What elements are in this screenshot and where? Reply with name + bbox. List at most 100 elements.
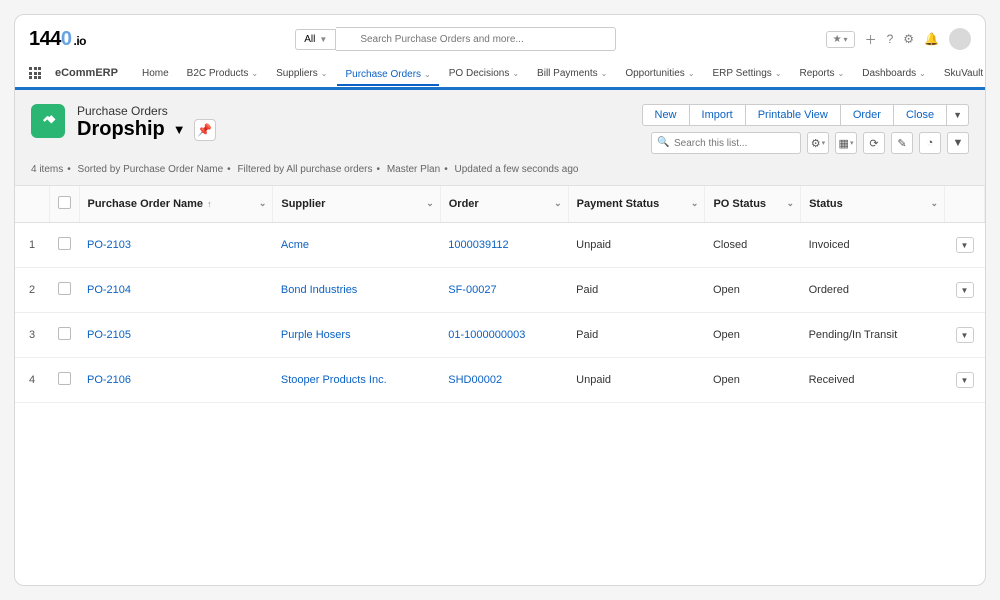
import-button[interactable]: Import <box>690 104 746 126</box>
cell-po-name[interactable]: PO-2104 <box>79 268 273 313</box>
object-icon <box>31 104 65 138</box>
nav-po-decisions[interactable]: PO Decisions⌄ <box>441 62 527 85</box>
cell-po-status: Closed <box>705 223 801 268</box>
display-as-button[interactable]: ▦▾ <box>835 132 857 154</box>
nav-home[interactable]: Home <box>134 62 177 85</box>
caret-down-icon: ▾ <box>844 35 848 44</box>
global-search-wrap: 🔍 <box>336 27 616 51</box>
chevron-down-icon: ⌄ <box>838 69 845 78</box>
select-all-checkbox[interactable] <box>58 196 71 209</box>
col-po-status[interactable]: PO Status⌄ <box>705 186 801 223</box>
cell-order[interactable]: SHD00002 <box>440 358 568 403</box>
new-button[interactable]: New <box>642 104 690 126</box>
help-icon[interactable]: ? <box>887 32 894 46</box>
row-index: 3 <box>15 313 49 358</box>
row-checkbox[interactable] <box>58 372 71 385</box>
close-button[interactable]: Close <box>894 104 947 126</box>
app-launcher-icon[interactable] <box>29 67 41 79</box>
row-checkbox[interactable] <box>58 327 71 340</box>
filter-button[interactable]: ▼ <box>947 132 969 154</box>
bell-icon[interactable]: 🔔 <box>924 32 939 46</box>
row-checkbox[interactable] <box>58 237 71 250</box>
logo: 1440.io <box>29 28 86 51</box>
title-text: Purchase Orders Dropship ▼ 📌 <box>77 104 216 141</box>
user-avatar[interactable] <box>949 28 971 50</box>
table-row: 4 PO-2106 Stooper Products Inc. SHD00002… <box>15 358 985 403</box>
cell-order[interactable]: SF-00027 <box>440 268 568 313</box>
nav-suppliers[interactable]: Suppliers⌄ <box>268 62 335 85</box>
gear-icon[interactable]: ⚙ <box>903 32 914 46</box>
search-icon: 🔍 <box>657 137 669 148</box>
col-supplier[interactable]: Supplier⌄ <box>273 186 440 223</box>
col-po-name[interactable]: Purchase Order Name↑⌄ <box>79 186 273 223</box>
cell-status: Invoiced <box>801 223 945 268</box>
refresh-button[interactable]: ⟳ <box>863 132 885 154</box>
cell-supplier[interactable]: Purple Hosers <box>273 313 440 358</box>
chevron-down-icon: ⌄ <box>512 69 519 78</box>
top-bar: 1440.io All ▼ 🔍 ★▾ ＋ ? ⚙ 🔔 <box>15 15 985 59</box>
cell-po-status: Open <box>705 268 801 313</box>
row-menu-button[interactable]: ▼ <box>956 282 974 298</box>
order-button[interactable]: Order <box>841 104 894 126</box>
nav-skuvault-settings[interactable]: SkuVault Settings⌄ <box>936 62 986 85</box>
cell-po-name[interactable]: PO-2106 <box>79 358 273 403</box>
filter-icon: ▼ <box>953 137 964 149</box>
nav-b2c-products[interactable]: B2C Products⌄ <box>179 62 266 85</box>
nav-reports[interactable]: Reports⌄ <box>792 62 853 85</box>
list-search-input[interactable] <box>651 132 801 154</box>
col-status[interactable]: Status⌄ <box>801 186 945 223</box>
chevron-down-icon: ⌄ <box>601 69 608 78</box>
col-payment-status[interactable]: Payment Status⌄ <box>568 186 705 223</box>
chevron-down-icon[interactable]: ⌄ <box>259 198 267 209</box>
pin-button[interactable]: 📌 <box>194 119 216 141</box>
global-search-input[interactable] <box>336 27 616 51</box>
row-menu-button[interactable]: ▼ <box>956 327 974 343</box>
cell-payment: Unpaid <box>568 223 705 268</box>
table-icon: ▦ <box>839 137 849 150</box>
meta-count: 4 items <box>31 164 63 175</box>
nav-opportunities[interactable]: Opportunities⌄ <box>617 62 702 85</box>
col-order[interactable]: Order⌄ <box>440 186 568 223</box>
chevron-down-icon[interactable]: ⌄ <box>691 198 699 209</box>
chevron-down-icon[interactable]: ⌄ <box>787 198 795 209</box>
search-scope-dropdown[interactable]: All ▼ <box>295 29 336 50</box>
cell-order[interactable]: 1000039112 <box>440 223 568 268</box>
cell-po-name[interactable]: PO-2105 <box>79 313 273 358</box>
add-icon[interactable]: ＋ <box>865 31 877 48</box>
nav-bill-payments[interactable]: Bill Payments⌄ <box>529 62 615 85</box>
row-menu-button[interactable]: ▼ <box>956 372 974 388</box>
row-index: 1 <box>15 223 49 268</box>
list-settings-button[interactable]: ⚙▾ <box>807 132 829 154</box>
more-actions-button[interactable]: ▼ <box>947 104 969 126</box>
chart-button[interactable]: ◔ <box>919 132 941 154</box>
nav-erp-settings[interactable]: ERP Settings⌄ <box>705 62 790 85</box>
cell-status: Pending/In Transit <box>801 313 945 358</box>
meta-filter: Filtered by All purchase orders <box>237 164 372 175</box>
cell-order[interactable]: 01-1000000003 <box>440 313 568 358</box>
printable-view-button[interactable]: Printable View <box>746 104 841 126</box>
chevron-down-icon[interactable]: ⌄ <box>426 198 434 209</box>
cell-supplier[interactable]: Acme <box>273 223 440 268</box>
list-view-name[interactable]: Dropship <box>77 118 165 141</box>
nav-purchase-orders[interactable]: Purchase Orders⌄ <box>337 63 438 86</box>
table-row: 3 PO-2105 Purple Hosers 01-1000000003 Pa… <box>15 313 985 358</box>
nav-bar-wrap: eCommERP Home B2C Products⌄ Suppliers⌄ P… <box>15 59 985 90</box>
nav-dashboards[interactable]: Dashboards⌄ <box>854 62 934 85</box>
chevron-down-icon: ⌄ <box>775 69 782 78</box>
edit-button[interactable]: ✎ <box>891 132 913 154</box>
chevron-down-icon: ⌄ <box>424 70 431 79</box>
chevron-down-icon[interactable]: ⌄ <box>930 198 938 209</box>
cell-po-name[interactable]: PO-2103 <box>79 223 273 268</box>
row-index: 4 <box>15 358 49 403</box>
nav-bar: eCommERP Home B2C Products⌄ Suppliers⌄ P… <box>15 59 985 87</box>
pin-icon: 📌 <box>197 123 212 137</box>
cell-payment: Paid <box>568 313 705 358</box>
cell-supplier[interactable]: Bond Industries <box>273 268 440 313</box>
caret-down-icon: ▾ <box>850 139 854 147</box>
cell-supplier[interactable]: Stooper Products Inc. <box>273 358 440 403</box>
chevron-down-icon[interactable]: ⌄ <box>554 198 562 209</box>
row-checkbox[interactable] <box>58 282 71 295</box>
caret-down-icon[interactable]: ▼ <box>173 122 186 137</box>
row-menu-button[interactable]: ▼ <box>956 237 974 253</box>
favorites-button[interactable]: ★▾ <box>826 31 855 48</box>
